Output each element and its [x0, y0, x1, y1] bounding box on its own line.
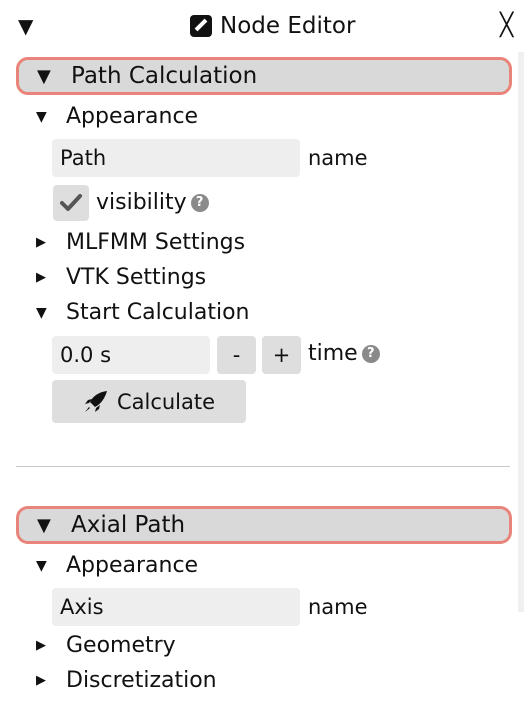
chevron-down-icon: ▼ [36, 557, 47, 574]
tree-node-label: Start Calculation [66, 300, 250, 325]
window-title-text: Node Editor [220, 13, 356, 39]
checkmark-icon [60, 194, 82, 211]
calculate-label: Calculate [116, 389, 216, 414]
tree-node-mlfmm-settings[interactable]: ▶ MLFMM Settings [36, 230, 245, 255]
window-title: Node Editor [190, 12, 355, 40]
section-header-path-calculation[interactable]: ▼ Path Calculation [16, 57, 512, 95]
window-titlebar: ▼ Node Editor ╳ [0, 0, 524, 52]
close-button[interactable]: ╳ [500, 14, 513, 38]
tree-node-label: Appearance [66, 553, 199, 578]
chevron-right-icon: ▶ [36, 638, 46, 653]
section-header-label: Path Calculation [71, 63, 258, 89]
section-divider [16, 466, 510, 467]
tree-node-discretization[interactable]: ▶ Discretization [36, 668, 217, 693]
time-row: time ? [308, 341, 380, 366]
time-label: time [308, 341, 358, 366]
section-header-axial-path[interactable]: ▼ Axial Path [16, 506, 512, 544]
tree-node-vtk-settings[interactable]: ▶ VTK Settings [36, 265, 206, 290]
increment-button[interactable]: + [262, 336, 301, 374]
window-collapse-button[interactable]: ▼ [18, 14, 33, 38]
edit-icon [190, 15, 212, 37]
calculate-button[interactable]: Calculate [52, 380, 246, 423]
name-input[interactable]: Path [52, 139, 300, 177]
name-label: name [308, 146, 368, 170]
time-input[interactable]: 0.0 s [52, 336, 210, 374]
tree-node-label: MLFMM Settings [66, 230, 246, 255]
tree-node-start-calculation[interactable]: ▼ Start Calculation [36, 300, 249, 325]
visibility-checkbox[interactable] [53, 185, 89, 221]
tree-node-label: Appearance [66, 104, 199, 129]
help-icon[interactable]: ? [361, 344, 380, 363]
chevron-right-icon: ▶ [36, 235, 46, 250]
rocket-icon [84, 390, 107, 412]
chevron-down-icon: ▼ [37, 65, 51, 87]
scrollbar[interactable] [518, 52, 524, 612]
chevron-right-icon: ▶ [36, 270, 46, 285]
tree-node-label: Geometry [66, 633, 176, 658]
visibility-row: visibility ? [96, 190, 209, 215]
help-icon[interactable]: ? [190, 193, 209, 212]
tree-node-geometry[interactable]: ▶ Geometry [36, 633, 176, 658]
tree-node-appearance[interactable]: ▼ Appearance [36, 553, 198, 578]
section-header-label: Axial Path [71, 512, 186, 538]
tree-node-label: VTK Settings [66, 265, 207, 290]
chevron-down-icon: ▼ [37, 514, 51, 536]
tree-node-appearance[interactable]: ▼ Appearance [36, 104, 198, 129]
chevron-down-icon: ▼ [36, 108, 47, 125]
name-input[interactable]: Axis [52, 588, 300, 626]
visibility-label: visibility [96, 190, 187, 215]
chevron-down-icon: ▼ [36, 304, 47, 321]
chevron-right-icon: ▶ [36, 673, 46, 688]
name-label: name [308, 595, 368, 619]
tree-node-label: Discretization [66, 668, 217, 693]
decrement-button[interactable]: - [217, 336, 256, 374]
